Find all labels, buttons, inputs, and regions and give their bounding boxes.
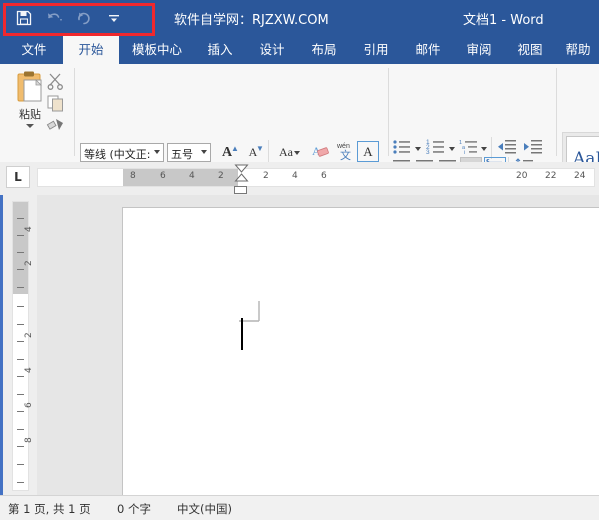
horizontal-ruler[interactable]: L 8 6 4 2 2 4 6 20 22 24: [0, 162, 599, 195]
tab-view[interactable]: 视图: [506, 36, 554, 64]
document-canvas[interactable]: [37, 195, 599, 496]
numbering-dropdown-arrow[interactable]: [449, 147, 455, 151]
hruler-label-2r: 2: [263, 171, 269, 181]
hruler-label-6r: 6: [321, 171, 327, 181]
hruler-label-24: 24: [574, 171, 586, 181]
font-name-chevron-icon[interactable]: [154, 150, 160, 154]
tab-insert[interactable]: 插入: [196, 36, 244, 64]
text-cursor: [241, 318, 243, 350]
hruler-label-22: 22: [545, 171, 557, 181]
hruler-label-4r: 4: [292, 171, 298, 181]
svg-text:wén: wén: [336, 143, 350, 150]
word-window: 软件自学网：RJZXW.COM 文档1 - Word 文件 开始 模板中心 插入…: [0, 0, 599, 520]
bullets-dropdown-arrow[interactable]: [415, 147, 421, 151]
site-watermark: 软件自学网：RJZXW.COM: [174, 13, 329, 28]
clear-formatting-icon[interactable]: A: [310, 142, 332, 163]
document-page[interactable]: [122, 207, 599, 496]
para-sep-1: [491, 137, 492, 159]
tab-home[interactable]: 开始: [63, 36, 119, 64]
shrink-font-icon[interactable]: A ▼: [242, 142, 264, 163]
vruler-label-4b: 4: [24, 367, 34, 373]
quick-access-toolbar: [14, 8, 124, 28]
increase-indent-icon[interactable]: [522, 138, 544, 159]
title-bar: 软件自学网：RJZXW.COM 文档1 - Word: [0, 0, 599, 36]
ribbon-tab-strip: 文件 开始 模板中心 插入 设计 布局 引用 邮件 审阅 视图 帮助: [0, 36, 599, 72]
font-size-value: 五号: [171, 148, 193, 161]
tab-template-center[interactable]: 模板中心: [121, 36, 193, 64]
decrease-indent-icon[interactable]: [496, 138, 518, 159]
cut-icon[interactable]: [46, 72, 68, 92]
ribbon: 粘贴 剪贴板: [0, 64, 599, 219]
character-border-icon[interactable]: A: [357, 141, 379, 162]
vruler-label-2t: 2: [24, 260, 34, 266]
svg-text:文: 文: [340, 148, 351, 162]
vertical-ruler[interactable]: 4 2 2 4 6 8: [0, 195, 37, 495]
status-word-count[interactable]: 0 个字: [117, 501, 151, 517]
numbering-icon[interactable]: 1 2 3: [425, 138, 447, 159]
change-case-icon[interactable]: Aa: [272, 142, 300, 163]
tab-stop-selector[interactable]: L: [6, 166, 30, 188]
multilevel-list-icon[interactable]: 1 a i: [458, 138, 480, 159]
vertical-ruler-track[interactable]: 4 2 2 4 6 8: [12, 201, 34, 491]
status-page-info[interactable]: 第 1 页, 共 1 页: [8, 501, 91, 517]
font-sep-1: [268, 140, 269, 164]
font-name-combo[interactable]: 等线 (中文正:: [80, 143, 164, 162]
text-boundary-corner-icon: [239, 301, 260, 322]
font-size-chevron-icon[interactable]: [201, 150, 207, 154]
svg-text:3: 3: [426, 149, 430, 156]
group-separator-2: [388, 68, 389, 156]
multilevel-dropdown-arrow[interactable]: [481, 147, 487, 151]
status-bar: 第 1 页, 共 1 页 0 个字 中文(中国): [0, 495, 599, 520]
tab-design[interactable]: 设计: [248, 36, 296, 64]
group-separator-3: [556, 68, 557, 156]
font-size-combo[interactable]: 五号: [167, 143, 211, 162]
copy-icon[interactable]: [46, 94, 68, 114]
tab-mailings[interactable]: 邮件: [404, 36, 452, 64]
hruler-label-8l: 8: [130, 171, 136, 181]
undo-icon[interactable]: [44, 8, 64, 28]
group-separator-1: [74, 68, 75, 156]
redo-icon[interactable]: [74, 8, 94, 28]
customize-qat-icon[interactable]: [104, 8, 124, 28]
hruler-label-6l: 6: [160, 171, 166, 181]
status-language[interactable]: 中文(中国): [177, 501, 232, 517]
horizontal-ruler-track[interactable]: 8 6 4 2 2 4 6 20 22 24: [37, 168, 595, 187]
tab-file[interactable]: 文件: [8, 36, 60, 64]
phonetic-guide-icon[interactable]: wén 文: [334, 140, 356, 162]
bullets-icon[interactable]: [391, 138, 413, 159]
vruler-label-2b: 2: [24, 332, 34, 338]
document-title: 文档1 - Word: [463, 13, 544, 28]
hruler-label-20: 20: [516, 171, 528, 181]
left-edge-accent: [0, 195, 3, 495]
svg-text:i: i: [464, 150, 465, 156]
save-icon[interactable]: [14, 8, 34, 28]
format-painter-icon[interactable]: [46, 116, 68, 136]
font-name-value: 等线 (中文正:: [84, 148, 151, 161]
paste-dropdown-arrow[interactable]: [26, 124, 34, 128]
vruler-label-4t: 4: [24, 226, 34, 232]
hruler-label-2l: 2: [218, 171, 224, 181]
vruler-label-6b: 6: [24, 402, 34, 408]
tab-references[interactable]: 引用: [352, 36, 400, 64]
vruler-label-8b: 8: [24, 437, 34, 443]
left-indent-box-marker[interactable]: [234, 186, 247, 194]
tab-help[interactable]: 帮助: [556, 36, 599, 64]
grow-font-icon[interactable]: A ▲: [216, 142, 239, 163]
tab-review[interactable]: 审阅: [455, 36, 503, 64]
tab-layout[interactable]: 布局: [300, 36, 348, 64]
hruler-label-4l: 4: [189, 171, 195, 181]
top-margin-zone: [13, 202, 28, 294]
